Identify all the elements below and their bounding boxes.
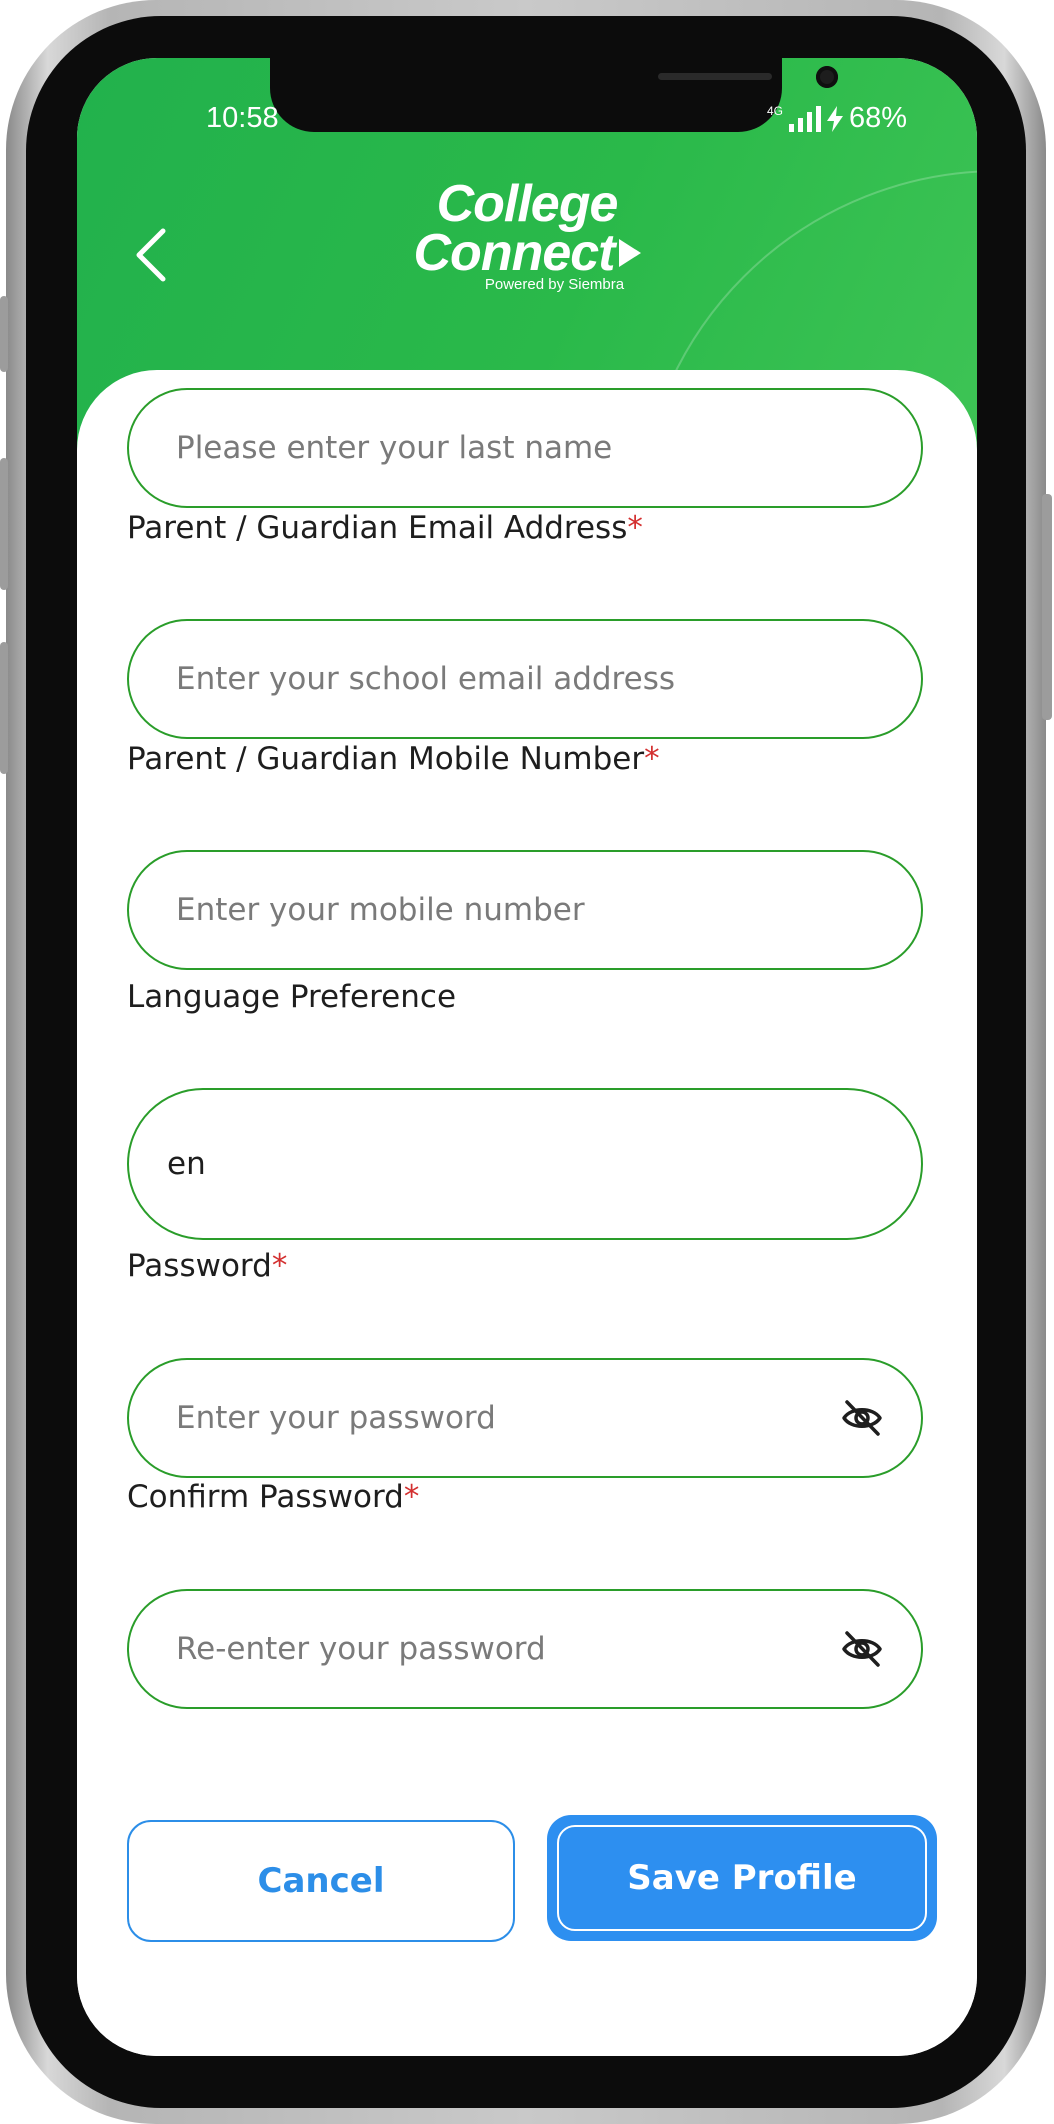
volume-up-button [0,296,8,372]
confirm-password-label-text: Confirm Password [127,1479,404,1515]
password-input[interactable] [174,1399,798,1437]
front-camera [816,66,838,88]
eye-off-icon[interactable] [841,1398,883,1438]
cancel-button[interactable]: Cancel [127,1820,515,1942]
required-marker: * [403,1479,420,1515]
confirm-password-field[interactable] [127,1589,923,1709]
charging-icon [827,105,844,132]
language-select[interactable]: en [127,1088,923,1240]
last-name-field[interactable] [127,388,923,508]
status-indicators: 4G 68% [767,102,907,135]
required-marker: * [644,741,660,777]
form-card: Parent / Guardian Email Address* Parent … [77,370,977,2056]
power-button [1042,494,1052,720]
required-marker: * [271,1248,288,1284]
parent-mobile-label-text: Parent / Guardian Mobile Number [127,741,645,777]
battery-percentage: 68% [849,102,908,134]
speaker-grille [658,73,772,80]
chevron-left-icon [136,228,166,282]
parent-email-label-text: Parent / Guardian Email Address [127,510,628,546]
confirm-password-label: Confirm Password* [127,1479,419,1515]
cancel-button-label: Cancel [257,1861,385,1901]
play-icon [618,239,641,267]
language-value: en [167,1146,206,1182]
college-connect-logo: College Connect Powered by Siembra [377,175,677,348]
volume-button-lower [0,642,8,774]
language-label: Language Preference [127,979,457,1015]
save-button-label: Save Profile [627,1858,857,1898]
back-button[interactable] [125,220,175,290]
logo-line-2-text: Connect [413,224,616,282]
camera-notch [270,58,838,132]
parent-email-input[interactable] [174,660,798,698]
app-screen: 10:58 4G 68% College Connect Powered by … [77,58,977,2056]
eye-off-icon[interactable] [841,1629,883,1669]
signal-icon [789,105,822,132]
parent-email-field[interactable] [127,619,923,739]
save-profile-button[interactable]: Save Profile [547,1815,937,1941]
confirm-password-input[interactable] [174,1630,798,1668]
password-field[interactable] [127,1358,923,1478]
password-label: Password* [127,1248,287,1284]
parent-mobile-field[interactable] [127,850,923,970]
password-label-text: Password [127,1248,272,1284]
network-type: 4G [767,103,784,118]
parent-email-label: Parent / Guardian Email Address* [127,510,643,546]
required-marker: * [627,510,643,546]
logo-line-2: Connect [413,224,641,282]
logo-line-1: College [436,175,619,233]
parent-mobile-input[interactable] [174,891,798,929]
volume-down-button [0,458,8,590]
parent-mobile-label: Parent / Guardian Mobile Number* [127,741,660,777]
status-time: 10:58 [206,102,279,134]
last-name-input[interactable] [174,429,798,467]
